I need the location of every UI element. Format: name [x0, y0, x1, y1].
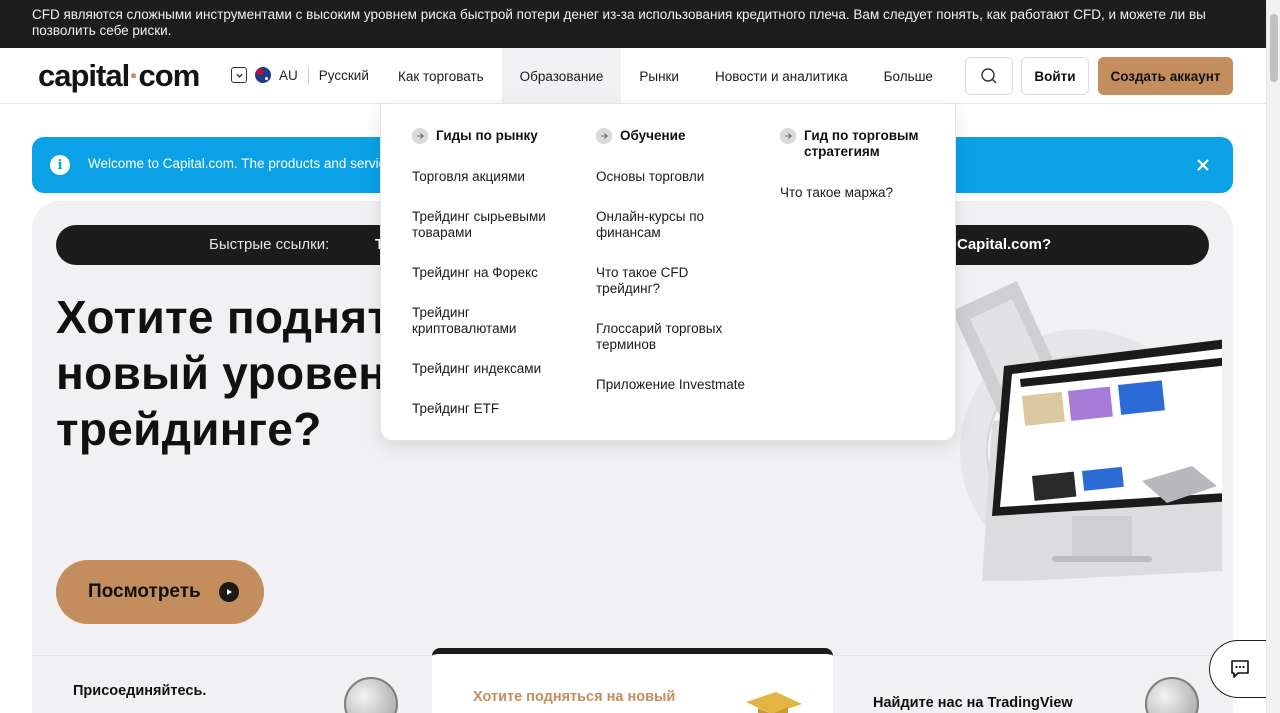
logo-suffix: com: [138, 58, 201, 93]
menu-item[interactable]: Торговля акциями: [412, 169, 572, 185]
menu-item[interactable]: Трейдинг криптовалютами: [412, 305, 572, 337]
chat-button[interactable]: [1209, 640, 1269, 698]
nav-news-analysis[interactable]: Новости и аналитика: [697, 48, 866, 104]
menu-column-learning: Обучение Основы торговли Онлайн-курсы по…: [596, 128, 756, 417]
education-card-title: Хотите подняться на новый: [473, 689, 676, 705]
search-icon: [981, 68, 997, 84]
education-card[interactable]: Хотите подняться на новый: [432, 648, 833, 713]
menu-heading-label: Гиды по рынку: [436, 128, 538, 143]
welcome-text: Welcome to Capital.com. The products and…: [88, 156, 386, 171]
login-button[interactable]: Войти: [1021, 57, 1089, 95]
site-header: capital·com AU Русский Как торговать Обр…: [0, 48, 1266, 104]
menu-heading-label: Обучение: [620, 128, 686, 143]
menu-column-heading[interactable]: Гид по торговым стратегиям: [780, 128, 940, 160]
nav-more[interactable]: Больше: [866, 48, 951, 104]
play-icon: [219, 582, 239, 602]
risk-warning-text: CFD являются сложными инструментами с вы…: [32, 7, 1206, 38]
menu-column-market-guides: Гиды по рынку Торговля акциями Трейдинг …: [412, 128, 572, 441]
menu-item[interactable]: Что такое CFD трейдинг?: [596, 265, 756, 297]
nav-markets[interactable]: Рынки: [621, 48, 697, 104]
menu-column-strategies: Гид по торговым стратегиям Что такое мар…: [780, 128, 940, 225]
menu-item[interactable]: Что такое маржа?: [780, 185, 940, 201]
chevron-down-icon[interactable]: [231, 67, 247, 83]
arrow-right-icon: [780, 128, 796, 144]
nav-education[interactable]: Образование: [501, 48, 622, 104]
education-mega-menu: Гиды по рынку Торговля акциями Трейдинг …: [380, 103, 956, 441]
logo-main: capital: [38, 58, 130, 93]
risk-warning-banner: CFD являются сложными инструментами с вы…: [0, 0, 1266, 48]
arrow-right-icon: [596, 128, 612, 144]
menu-column-heading[interactable]: Обучение: [596, 128, 756, 144]
menu-item[interactable]: Онлайн-курсы по финансам: [596, 209, 756, 241]
arrow-right-icon: [412, 128, 428, 144]
region-code[interactable]: AU: [279, 68, 298, 83]
language-label[interactable]: Русский: [319, 68, 369, 83]
locale-divider: [307, 66, 309, 84]
quick-link-capital[interactable]: Capital.com?: [957, 236, 1051, 253]
menu-item[interactable]: Глоссарий торговых терминов: [596, 321, 756, 353]
nav-how-to-trade[interactable]: Как торговать: [380, 48, 502, 104]
locale-selector[interactable]: AU Русский: [231, 66, 369, 84]
graduation-cap-icon: [746, 692, 802, 713]
info-icon: i: [50, 155, 70, 175]
search-button[interactable]: [965, 57, 1013, 95]
chat-icon: [1230, 660, 1249, 678]
tradingview-card-title[interactable]: Найдите нас на TradingView: [873, 695, 1073, 711]
logo[interactable]: capital·com: [38, 58, 201, 94]
menu-item[interactable]: Приложение Investmate: [596, 377, 756, 393]
menu-item[interactable]: Трейдинг на Форекс: [412, 265, 572, 281]
menu-item[interactable]: Трейдинг ETF: [412, 401, 572, 417]
quick-links-label: Быстрые ссылки:: [209, 236, 330, 253]
join-card-title[interactable]: Присоединяйтесь.: [73, 683, 206, 699]
logo-dot: ·: [129, 58, 139, 93]
menu-item[interactable]: Трейдинг сырьевыми товарами: [412, 209, 572, 241]
menu-column-heading[interactable]: Гиды по рынку: [412, 128, 572, 144]
menu-item[interactable]: Основы торговли: [596, 169, 756, 185]
menu-heading-label: Гид по торговым стратегиям: [804, 128, 919, 159]
flag-au-icon: [255, 67, 271, 83]
create-account-button[interactable]: Создать аккаунт: [1098, 57, 1233, 95]
scrollbar-thumb[interactable]: [1270, 14, 1278, 82]
main-nav: Как торговать Образование Рынки Новости …: [380, 48, 951, 104]
watch-button[interactable]: Посмотреть: [56, 560, 264, 624]
join-card-subtitle: [73, 705, 213, 713]
menu-item[interactable]: Трейдинг индексами: [412, 361, 572, 377]
watch-button-label: Посмотреть: [88, 581, 201, 602]
page-scrollbar[interactable]: [1266, 0, 1280, 713]
close-icon[interactable]: [1193, 155, 1213, 175]
